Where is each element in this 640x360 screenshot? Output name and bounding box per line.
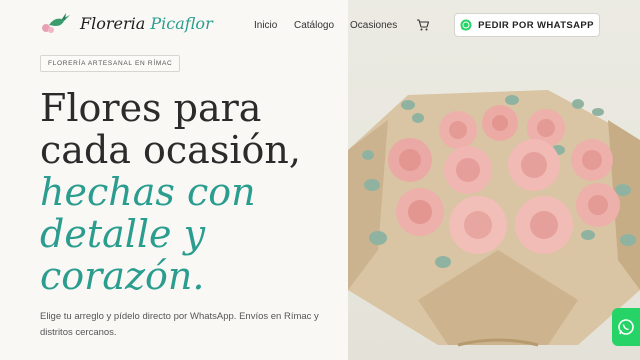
order-whatsapp-button[interactable]: PEDIR POR WHATSAPP [454, 13, 600, 37]
nav-link-inicio[interactable]: Inicio [254, 20, 277, 31]
logo-accent: Picaflor [150, 13, 213, 33]
hero-badge: FLORERÍA ARTESANAL EN RÍMAC [40, 55, 181, 72]
floating-whatsapp-button[interactable] [612, 308, 640, 346]
hero-title-line-1: Flores para [40, 86, 262, 130]
whatsapp-icon [618, 319, 634, 335]
hero-title-italic-line-3: corazón. [40, 254, 205, 298]
hero-title-italic-line-1: hechas con [40, 170, 256, 214]
rose-bouquet-image [348, 90, 640, 347]
hero-image [348, 0, 640, 360]
logo-text: Floreria [80, 13, 146, 33]
cart-icon[interactable] [416, 18, 430, 32]
nav-link-catalogo[interactable]: Catálogo [294, 20, 334, 31]
hero-title-italic-line-2: detalle y [40, 212, 206, 256]
nav-link-ocasiones[interactable]: Ocasiones [350, 20, 397, 31]
top-navigation: Floreria Picaflor Inicio Catálogo Ocasio… [0, 0, 640, 50]
hero-title-line-2: cada ocasión, [40, 128, 301, 172]
hummingbird-flower-icon [42, 13, 70, 33]
logo[interactable]: Floreria Picaflor [40, 11, 213, 35]
whatsapp-icon [460, 19, 472, 31]
cta-label: PEDIR POR WHATSAPP [478, 19, 594, 31]
hero-description: Elige tu arreglo y pídelo directo por Wh… [40, 311, 319, 338]
